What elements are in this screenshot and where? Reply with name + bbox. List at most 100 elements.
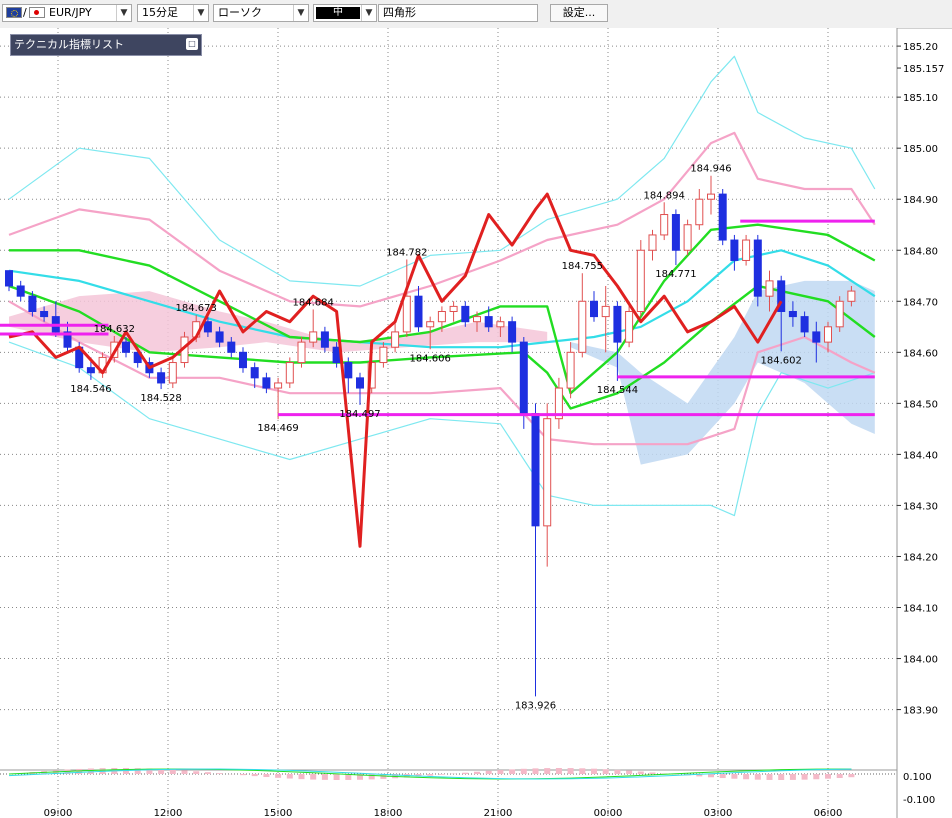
candle [660, 214, 669, 236]
oscillator-bar [579, 768, 586, 774]
candle [285, 362, 294, 384]
y-tick-label: 185.20 [903, 42, 938, 53]
candle [157, 372, 166, 384]
y-tick-label: 185.10 [903, 93, 938, 104]
y-tick-label: 184.60 [903, 348, 938, 359]
symbol-select[interactable]: / EUR/JPY ▼ [2, 4, 132, 22]
oscillator-bar [263, 774, 270, 778]
candle [800, 316, 809, 333]
oscillator-tick-label: -0.100 [903, 795, 935, 806]
color-select[interactable]: 中 ▼ [313, 4, 377, 22]
symbol-separator: / [23, 6, 27, 19]
y-tick-label: 184.10 [903, 604, 938, 615]
y-tick-label: 184.50 [903, 399, 938, 410]
oscillator-bar [848, 774, 855, 778]
timeframe-select[interactable]: 15分足 ▼ [137, 4, 209, 22]
candle [356, 377, 364, 389]
candle [309, 331, 318, 343]
candle [239, 351, 247, 369]
y-tick-label: 184.00 [903, 655, 938, 666]
oscillator-bar [333, 774, 340, 780]
candle [578, 300, 587, 353]
settings-label: 設定... [562, 6, 596, 19]
oscillator-bar [813, 774, 820, 780]
indicator-list-label: テクニカル指標リスト [14, 38, 124, 51]
candle [40, 310, 49, 318]
restore-icon[interactable]: □ [186, 38, 198, 50]
oscillator-bar [509, 769, 516, 774]
oscillator-bar [708, 774, 714, 778]
x-tick-label: 09:00 [44, 808, 73, 818]
candle [753, 239, 762, 297]
candle [227, 341, 236, 353]
price-label: 184.946 [690, 164, 731, 175]
oscillator-bar [169, 769, 176, 774]
chart-type-label: ローソク [218, 6, 262, 19]
price-label: 184.894 [644, 190, 685, 201]
candle [168, 362, 177, 384]
oscillator-bar [602, 769, 609, 774]
candle [215, 331, 224, 343]
indicator-list-panel[interactable]: テクニカル指標リスト □ [10, 34, 202, 56]
chevron-down-icon[interactable]: ▼ [116, 5, 131, 21]
y-tick-label: 183.90 [903, 706, 938, 717]
x-tick-label: 06:00 [814, 808, 843, 818]
price-label: 184.755 [562, 261, 603, 272]
x-tick-label: 18:00 [374, 808, 403, 818]
price-label: 183.926 [515, 700, 556, 711]
candle [262, 377, 271, 389]
candle [426, 321, 435, 328]
y-tick-label: 184.30 [903, 501, 938, 512]
settings-button[interactable]: 設定... [550, 4, 608, 22]
chevron-down-icon[interactable]: ▼ [293, 5, 308, 21]
chevron-down-icon[interactable]: ▼ [193, 5, 208, 21]
symbol-label: EUR/JPY [49, 6, 92, 19]
candle [250, 367, 259, 379]
candle [5, 270, 13, 287]
oscillator-bar [754, 774, 761, 780]
price-label: 184.606 [410, 353, 451, 364]
chevron-down-icon[interactable]: ▼ [361, 5, 376, 21]
y-tick-label: 185.00 [903, 144, 938, 155]
candle [765, 280, 774, 297]
oscillator-bar [532, 768, 539, 774]
oscillator-bar [204, 772, 211, 774]
candle [484, 316, 493, 328]
chart-type-select[interactable]: ローソク ▼ [213, 4, 309, 22]
candle [28, 295, 37, 312]
candle [379, 346, 388, 364]
candle [636, 249, 645, 312]
oscillator-bar [438, 774, 445, 775]
oscillator-bar [298, 774, 305, 780]
candle [835, 300, 844, 328]
oscillator-bar [193, 771, 200, 774]
oscillator-bar [462, 772, 469, 774]
candle [730, 239, 739, 261]
toolbar: / EUR/JPY ▼ 15分足 ▼ ローソク ▼ 中 ▼ 四角形 設定... [0, 0, 952, 29]
oscillator-bar [825, 774, 831, 779]
oscillator-bar [240, 774, 246, 776]
candle [274, 382, 283, 389]
oscillator-bar [637, 771, 644, 774]
price-label: 184.602 [761, 355, 802, 366]
candlestick-chart[interactable]: 184.546 184.632 184.528 184.673 184.469 184.6… [0, 28, 952, 818]
candle [344, 362, 353, 379]
oscillator-bar [310, 774, 317, 780]
candle [671, 214, 680, 251]
candle [531, 413, 540, 527]
candle [695, 198, 704, 226]
x-tick-label: 00:00 [594, 808, 623, 818]
timeframe-label: 15分足 [142, 6, 178, 19]
candle [648, 234, 657, 251]
jp-flag-icon [29, 7, 45, 18]
plot-background [0, 28, 897, 818]
oscillator-bar [275, 774, 282, 778]
candle [788, 310, 797, 318]
shape-field[interactable]: 四角形 [378, 4, 538, 22]
x-tick-label: 12:00 [154, 808, 183, 818]
candle [613, 305, 622, 343]
candle [742, 239, 751, 261]
oscillator-bar [474, 771, 480, 774]
candle [683, 224, 692, 251]
candle [391, 331, 400, 348]
